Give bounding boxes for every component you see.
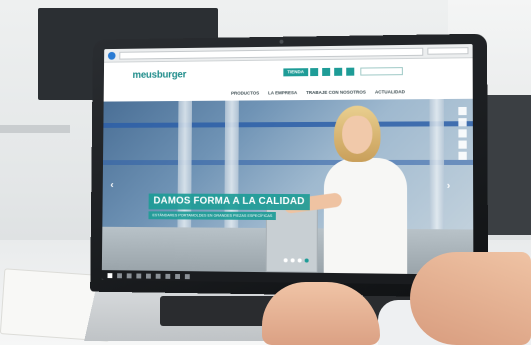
hero-banner: DAMOS FORMA A LA CALIDAD ESTÁNDARES PORT… bbox=[102, 99, 474, 275]
woman-body bbox=[324, 158, 407, 274]
site-header: meusburger TIENDA PRODUCTOS LA EMPRESA T… bbox=[104, 58, 473, 101]
info-icon[interactable] bbox=[458, 152, 466, 160]
address-bar[interactable] bbox=[119, 47, 423, 59]
carousel-dot[interactable] bbox=[284, 258, 288, 262]
ceiling-beam bbox=[103, 160, 473, 165]
xing-icon[interactable] bbox=[346, 68, 354, 76]
side-toolbar bbox=[458, 107, 466, 160]
shop-button[interactable]: TIENDA bbox=[283, 68, 308, 76]
ceiling-beam bbox=[103, 121, 473, 128]
nav-item-trabaje[interactable]: TRABAJE CON NOSOTROS bbox=[306, 90, 366, 96]
shelf bbox=[0, 125, 70, 133]
share-icon[interactable] bbox=[458, 107, 466, 115]
nav-item-la-empresa[interactable]: LA EMPRESA bbox=[268, 90, 297, 95]
mail-icon[interactable] bbox=[458, 118, 466, 126]
phone-icon[interactable] bbox=[458, 129, 466, 137]
woman-face bbox=[342, 116, 372, 154]
carousel-dots bbox=[284, 258, 309, 262]
taskbar-app-icon[interactable] bbox=[127, 273, 132, 278]
youtube-icon[interactable] bbox=[322, 68, 330, 76]
browser-tab[interactable] bbox=[427, 47, 468, 55]
download-icon[interactable] bbox=[458, 141, 466, 149]
webcam-icon bbox=[280, 40, 284, 44]
carousel-dot[interactable] bbox=[298, 258, 302, 262]
linkedin-icon[interactable] bbox=[334, 68, 342, 76]
chevron-right-icon[interactable]: › bbox=[447, 180, 450, 191]
right-hand bbox=[410, 252, 531, 345]
office-photo: meusburger TIENDA PRODUCTOS LA EMPRESA T… bbox=[0, 0, 531, 345]
hero-title: DAMOS FORMA A LA CALIDAD bbox=[149, 194, 310, 211]
hero-subtitle: ESTÁNDARES PORTAMOLDES EN GRANDES PIEZAS… bbox=[148, 211, 276, 220]
taskbar-app-icon[interactable] bbox=[117, 273, 122, 278]
nav-item-actualidad[interactable]: ACTUALIDAD bbox=[375, 89, 405, 94]
laptop-lid: meusburger TIENDA PRODUCTOS LA EMPRESA T… bbox=[90, 34, 488, 298]
nav-item-productos[interactable]: PRODUCTOS bbox=[231, 90, 259, 95]
start-icon[interactable] bbox=[108, 273, 113, 278]
search-input[interactable] bbox=[360, 67, 403, 75]
carousel-dot-active[interactable] bbox=[305, 258, 309, 262]
brand-logo[interactable]: meusburger bbox=[132, 70, 186, 81]
taskbar-app-icon[interactable] bbox=[156, 273, 161, 278]
taskbar-app-icon[interactable] bbox=[185, 274, 190, 279]
taskbar-app-icon[interactable] bbox=[165, 273, 170, 278]
laptop-screen: meusburger TIENDA PRODUCTOS LA EMPRESA T… bbox=[102, 44, 474, 285]
main-navigation: PRODUCTOS LA EMPRESA TRABAJE CON NOSOTRO… bbox=[231, 89, 405, 95]
taskbar-app-icon[interactable] bbox=[136, 273, 141, 278]
carousel-dot[interactable] bbox=[291, 258, 295, 262]
back-button-icon[interactable] bbox=[108, 51, 116, 59]
taskbar-app-icon[interactable] bbox=[175, 273, 180, 278]
chevron-left-icon[interactable]: ‹ bbox=[110, 180, 113, 191]
taskbar-app-icon[interactable] bbox=[146, 273, 151, 278]
facebook-icon[interactable] bbox=[310, 68, 318, 76]
